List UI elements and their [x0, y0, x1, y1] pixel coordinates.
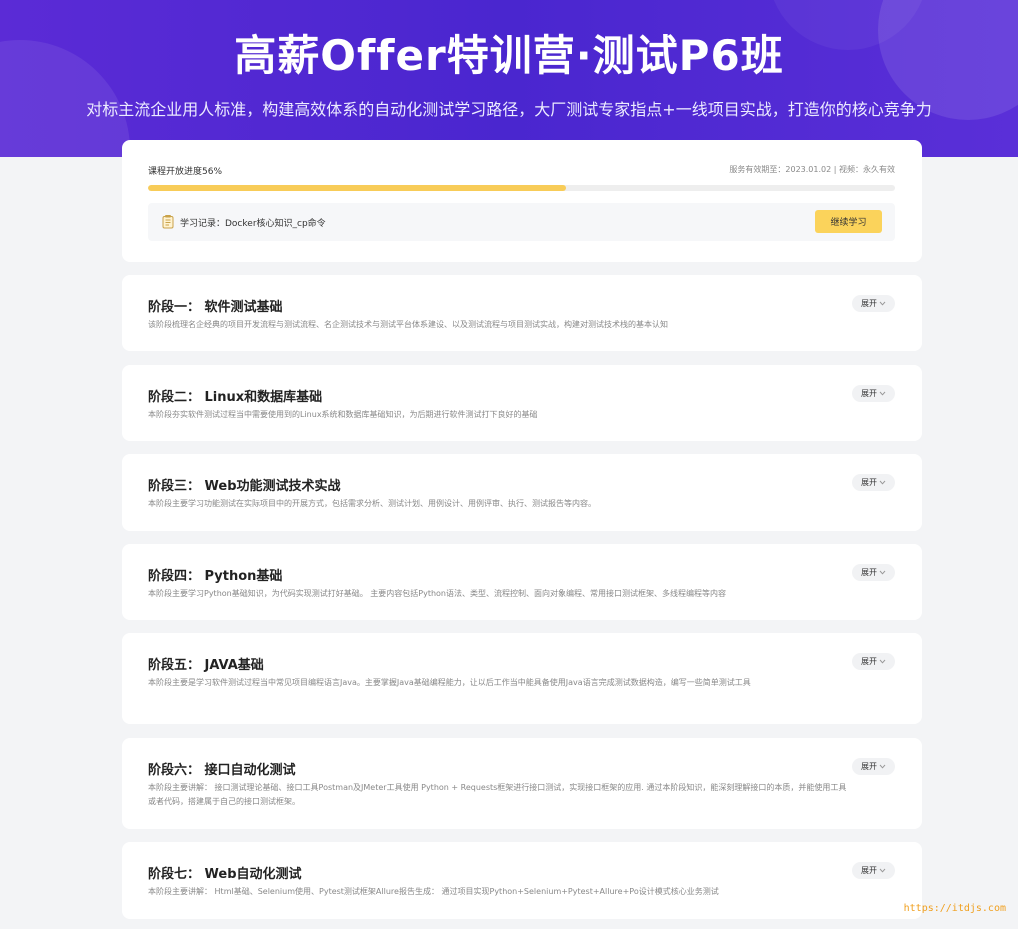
stage-title: 阶段三： Web功能测试技术实战 [148, 479, 341, 494]
expand-label: 展开 [861, 568, 877, 577]
hero-banner: 高薪Offer特训营·测试P6班 对标主流企业用人标准，构建高效体系的自动化测试… [0, 0, 1018, 157]
progress-bar-fill [148, 185, 567, 191]
stage-title: 阶段六： 接口自动化测试 [148, 763, 296, 778]
stage-title: 阶段五： JAVA基础 [148, 658, 264, 673]
stage-card: 阶段六： 接口自动化测试本阶段主要讲解： 接口测试理论基础、接口工具Postma… [122, 738, 922, 829]
expand-button[interactable]: 展开 [852, 758, 895, 775]
expand-button[interactable]: 展开 [852, 295, 895, 312]
expand-label: 展开 [861, 657, 877, 666]
chevron-down-icon [879, 480, 886, 485]
expand-button[interactable]: 展开 [852, 862, 895, 879]
study-record: 学习记录：Docker核心知识_cp命令 继续学习 [148, 203, 895, 241]
stage-title: 阶段二： Linux和数据库基础 [148, 390, 323, 405]
study-record-text: 学习记录：Docker核心知识_cp命令 [180, 219, 326, 229]
stage-card: 阶段四： Python基础本阶段主要学习Python基础知识，为代码实现测试打好… [122, 544, 922, 620]
continue-study-button[interactable]: 继续学习 [815, 210, 882, 233]
expand-button[interactable]: 展开 [852, 653, 895, 670]
chevron-down-icon [879, 391, 886, 396]
expand-label: 展开 [861, 478, 877, 487]
chevron-down-icon [879, 659, 886, 664]
stage-card: 阶段七： Web自动化测试本阶段主要讲解： Html基础、Selenium使用、… [122, 842, 922, 919]
expand-label: 展开 [861, 299, 877, 308]
stage-description: 本阶段夯实软件测试过程当中需要使用到的Linux系统和数据库基础知识，为后期进行… [148, 410, 538, 419]
stage-description: 本阶段主要讲解： 接口测试理论基础、接口工具Postman及JMeter工具使用… [148, 783, 847, 806]
expand-button[interactable]: 展开 [852, 564, 895, 581]
expand-label: 展开 [861, 389, 877, 398]
stage-description: 本阶段主要讲解： Html基础、Selenium使用、Pytest测试框架All… [148, 887, 719, 896]
progress-card: 课程开放进度56% 服务有效期至：2023.01.02 | 视频：永久有效 学习… [122, 140, 922, 262]
progress-label: 课程开放进度56% [148, 167, 223, 177]
chevron-down-icon [879, 570, 886, 575]
expand-label: 展开 [861, 866, 877, 875]
chevron-down-icon [879, 868, 886, 873]
stage-description: 该阶段梳理名企经典的项目开发流程与测试流程、名企测试技术与测试平台体系建设、以及… [148, 320, 668, 329]
stage-description: 本阶段主要学习功能测试在实际项目中的开展方式，包括需求分析、测试计划、用例设计、… [148, 499, 596, 508]
stage-description: 本阶段主要学习Python基础知识，为代码实现测试打好基础。 主要内容包括Pyt… [148, 589, 726, 598]
page-subtitle: 对标主流企业用人标准，构建高效体系的自动化测试学习路径，大厂测试专家指点+一线项… [86, 100, 932, 119]
watermark-url: https://itdjs.com [903, 903, 1006, 914]
notebook-icon [162, 215, 174, 229]
stage-card: 阶段二： Linux和数据库基础本阶段夯实软件测试过程当中需要使用到的Linux… [122, 365, 922, 441]
validity-text: 服务有效期至：2023.01.02 | 视频：永久有效 [729, 165, 895, 174]
stage-card: 阶段五： JAVA基础本阶段主要是学习软件测试过程当中常见项目编程语言Java。… [122, 633, 922, 724]
expand-button[interactable]: 展开 [852, 474, 895, 491]
progress-bar [148, 185, 895, 191]
stage-card: 阶段三： Web功能测试技术实战本阶段主要学习功能测试在实际项目中的开展方式，包… [122, 454, 922, 531]
stage-description: 本阶段主要是学习软件测试过程当中常见项目编程语言Java。主要掌握Java基础编… [148, 678, 751, 687]
expand-button[interactable]: 展开 [852, 385, 895, 402]
page-title: 高薪Offer特训营·测试P6班 [234, 31, 784, 80]
stage-card: 阶段一： 软件测试基础该阶段梳理名企经典的项目开发流程与测试流程、名企测试技术与… [122, 275, 922, 351]
stage-title: 阶段一： 软件测试基础 [148, 300, 283, 315]
stage-title: 阶段七： Web自动化测试 [148, 867, 302, 882]
stage-title: 阶段四： Python基础 [148, 569, 283, 584]
expand-label: 展开 [861, 762, 877, 771]
chevron-down-icon [879, 764, 886, 769]
chevron-down-icon [879, 301, 886, 306]
